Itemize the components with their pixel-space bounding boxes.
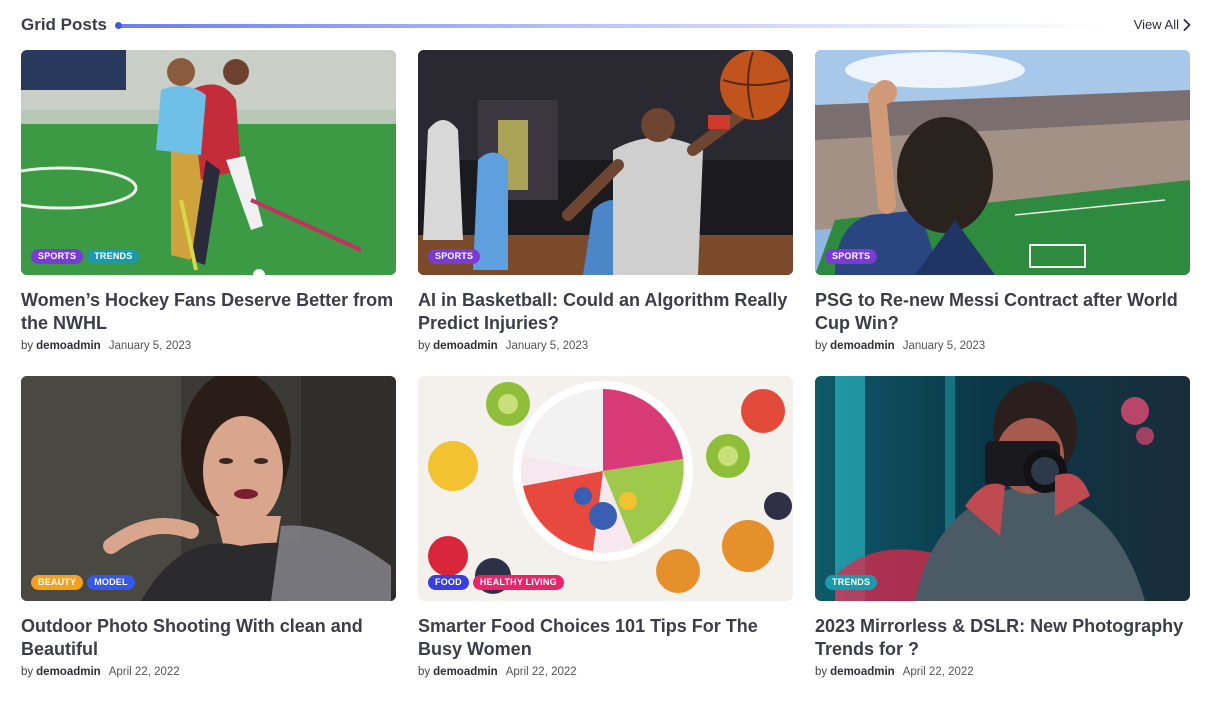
meta-by: by <box>21 666 34 678</box>
meta-by: by <box>815 340 828 352</box>
tag-sports[interactable]: SPORTS <box>825 249 878 264</box>
tag-trends[interactable]: TRENDS <box>87 249 140 264</box>
tag-sports[interactable]: SPORTS <box>428 249 481 264</box>
post-date: January 5, 2023 <box>505 340 589 352</box>
tag-trends[interactable]: TRENDS <box>825 575 878 590</box>
post-thumbnail[interactable]: SPORTS <box>815 50 1190 275</box>
post-title[interactable]: Women’s Hockey Fans Deserve Better from … <box>21 289 396 335</box>
post-title[interactable]: Smarter Food Choices 101 Tips For The Bu… <box>418 615 793 661</box>
post-tags: SPORTS TRENDS <box>31 249 140 264</box>
post-meta: by demoadmin April 22, 2022 <box>815 665 1190 679</box>
tag-sports[interactable]: SPORTS <box>31 249 84 264</box>
post-card: BEAUTY MODEL Outdoor Photo Shooting With… <box>21 376 396 679</box>
tag-beauty[interactable]: BEAUTY <box>31 575 84 590</box>
stadium-image <box>815 50 1190 275</box>
section-title: Grid Posts <box>21 15 107 34</box>
post-card: SPORTS PSG to Re-new Messi Contract afte… <box>815 50 1190 353</box>
post-date: April 22, 2022 <box>505 666 577 678</box>
post-date: April 22, 2022 <box>108 666 180 678</box>
field-hockey-image <box>21 50 396 275</box>
post-meta: by demoadmin April 22, 2022 <box>21 665 396 679</box>
photographer-image <box>815 376 1190 601</box>
post-card: FOOD HEALTHY LIVING Smarter Food Choices… <box>418 376 793 679</box>
view-all-label: View All <box>1133 17 1179 32</box>
post-date: January 5, 2023 <box>902 340 986 352</box>
post-tags: SPORTS <box>825 249 878 264</box>
meta-by: by <box>418 340 431 352</box>
meta-by: by <box>418 666 431 678</box>
chevron-right-icon <box>1183 19 1191 31</box>
post-thumbnail[interactable]: SPORTS TRENDS <box>21 50 396 275</box>
tag-food[interactable]: FOOD <box>428 575 469 590</box>
meta-by: by <box>21 340 34 352</box>
post-title[interactable]: Outdoor Photo Shooting With clean and Be… <box>21 615 396 661</box>
post-title[interactable]: AI in Basketball: Could an Algorithm Rea… <box>418 289 793 335</box>
title-underline <box>115 22 1105 29</box>
post-card: TRENDS 2023 Mirrorless & DSLR: New Photo… <box>815 376 1190 679</box>
post-thumbnail[interactable]: FOOD HEALTHY LIVING <box>418 376 793 601</box>
fruit-bowl-image <box>418 376 793 601</box>
post-author[interactable]: demoadmin <box>433 340 498 352</box>
post-author[interactable]: demoadmin <box>830 340 895 352</box>
post-title[interactable]: PSG to Re-new Messi Contract after World… <box>815 289 1190 335</box>
post-date: January 5, 2023 <box>108 340 192 352</box>
post-tags: BEAUTY MODEL <box>31 575 135 590</box>
post-author[interactable]: demoadmin <box>36 340 101 352</box>
title-underline-dot <box>115 22 122 29</box>
post-author[interactable]: demoadmin <box>830 666 895 678</box>
post-meta: by demoadmin April 22, 2022 <box>418 665 793 679</box>
post-meta: by demoadmin January 5, 2023 <box>21 339 396 353</box>
title-underline-bar <box>118 24 1105 28</box>
post-meta: by demoadmin January 5, 2023 <box>418 339 793 353</box>
post-card: SPORTS AI in Basketball: Could an Algori… <box>418 50 793 353</box>
post-date: April 22, 2022 <box>902 666 974 678</box>
post-card: SPORTS TRENDS Women’s Hockey Fans Deserv… <box>21 50 396 353</box>
post-author[interactable]: demoadmin <box>433 666 498 678</box>
post-meta: by demoadmin January 5, 2023 <box>815 339 1190 353</box>
tag-model[interactable]: MODEL <box>87 575 135 590</box>
post-tags: TRENDS <box>825 575 878 590</box>
post-title[interactable]: 2023 Mirrorless & DSLR: New Photography … <box>815 615 1190 661</box>
post-thumbnail[interactable]: TRENDS <box>815 376 1190 601</box>
basketball-image <box>418 50 793 275</box>
portrait-image <box>21 376 396 601</box>
meta-by: by <box>815 666 828 678</box>
post-thumbnail[interactable]: BEAUTY MODEL <box>21 376 396 601</box>
tag-healthy-living[interactable]: HEALTHY LIVING <box>472 575 564 590</box>
post-thumbnail[interactable]: SPORTS <box>418 50 793 275</box>
section-header: Grid Posts View All <box>21 14 1191 36</box>
view-all-link[interactable]: View All <box>1134 14 1191 36</box>
post-tags: FOOD HEALTHY LIVING <box>428 575 564 590</box>
post-tags: SPORTS <box>428 249 481 264</box>
post-author[interactable]: demoadmin <box>36 666 101 678</box>
